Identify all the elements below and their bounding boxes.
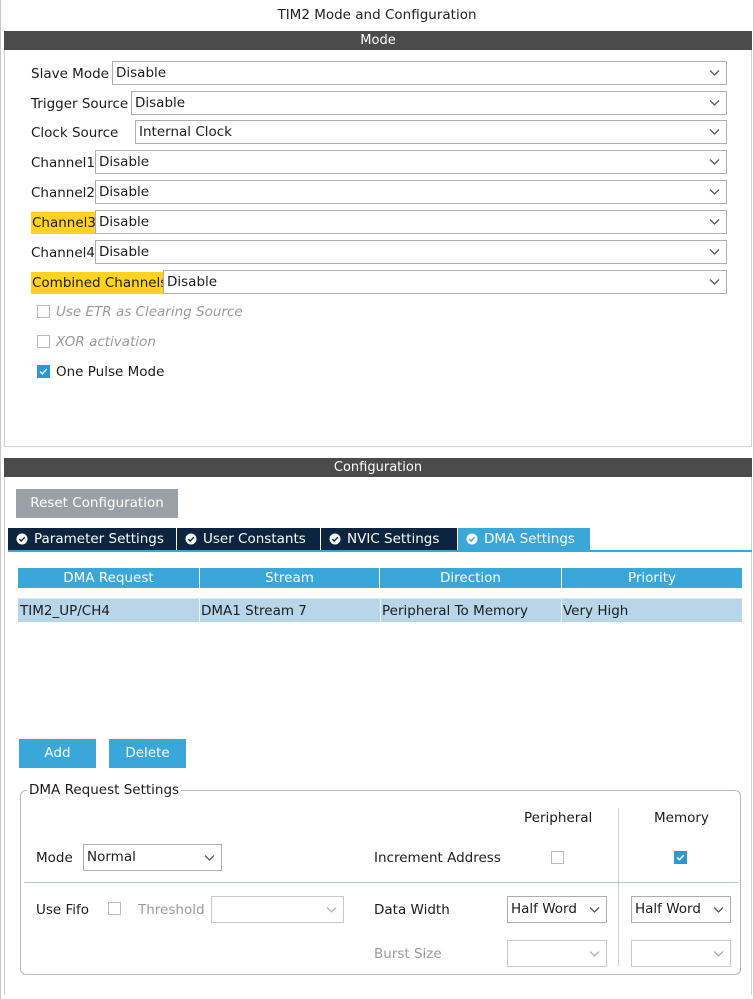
combined-channels-label: Combined Channels: [31, 272, 169, 294]
data-width-peripheral-select[interactable]: Half Word: [507, 896, 607, 923]
increment-address-label: Increment Address: [374, 850, 501, 866]
channel4-value: Disable: [99, 244, 150, 260]
cell-dma-request: TIM2_UP/CH4: [20, 603, 110, 619]
peripheral-header: Peripheral: [524, 810, 593, 826]
combined-channels-value: Disable: [167, 274, 218, 290]
tab-nvic-settings[interactable]: NVIC Settings: [321, 528, 458, 550]
use-etr-checkbox: [37, 305, 50, 318]
clock-source-value: Internal Clock: [139, 124, 232, 140]
mode-label: Mode: [36, 850, 73, 866]
check-circle-icon: [329, 533, 341, 545]
chevron-down-icon: [326, 907, 337, 913]
data-width-memory-value: Half Word: [635, 901, 701, 917]
threshold-select: [211, 896, 344, 923]
chevron-down-icon: [713, 951, 724, 957]
data-width-label: Data Width: [374, 902, 450, 918]
tab-parameter-settings[interactable]: Parameter Settings: [8, 528, 177, 550]
channel3-value: Disable: [99, 214, 150, 230]
channel2-value: Disable: [99, 184, 150, 200]
clock-source-select[interactable]: Internal Clock: [135, 120, 727, 144]
mode-section-header: Mode: [4, 31, 752, 50]
checkmark-icon: [39, 368, 48, 375]
channel3-select[interactable]: Disable: [95, 210, 727, 234]
use-fifo-checkbox[interactable]: [108, 902, 121, 915]
use-fifo-label: Use Fifo: [36, 902, 90, 918]
tab-label: NVIC Settings: [347, 531, 440, 547]
channel1-value: Disable: [99, 154, 150, 170]
configuration-section-header: Configuration: [4, 458, 752, 477]
one-pulse-mode-checkbox[interactable]: [37, 365, 50, 378]
memory-header: Memory: [654, 810, 709, 826]
trigger-source-select[interactable]: Disable: [131, 91, 727, 115]
clock-source-label: Clock Source: [31, 125, 119, 141]
trigger-source-label: Trigger Source: [31, 96, 129, 112]
check-circle-icon: [185, 533, 197, 545]
column-header-dma-request[interactable]: DMA Request: [18, 568, 199, 588]
table-row[interactable]: TIM2_UP/CH4 DMA1 Stream 7 Peripheral To …: [18, 598, 742, 623]
data-width-peripheral-value: Half Word: [511, 901, 577, 917]
check-circle-icon: [16, 533, 28, 545]
channel3-label: Channel3: [31, 212, 98, 234]
increment-peripheral-checkbox[interactable]: [551, 851, 564, 864]
check-circle-icon: [466, 533, 478, 545]
xor-activation-label: XOR activation: [56, 334, 156, 350]
slave-mode-label: Slave Mode: [31, 66, 109, 82]
row-divider: [24, 882, 738, 883]
chevron-down-icon: [589, 951, 600, 957]
burst-size-peripheral-select: [507, 940, 607, 967]
reset-configuration-button[interactable]: Reset Configuration: [16, 489, 178, 518]
cell-stream: DMA1 Stream 7: [201, 603, 307, 619]
channel4-select[interactable]: Disable: [95, 240, 727, 264]
chevron-down-icon: [713, 907, 724, 913]
dma-mode-value: Normal: [87, 849, 136, 865]
checkmark-icon: [676, 854, 685, 861]
combined-channels-select[interactable]: Disable: [163, 270, 727, 294]
delete-button[interactable]: Delete: [109, 739, 186, 768]
chevron-down-icon: [709, 159, 720, 165]
increment-memory-checkbox[interactable]: [674, 851, 687, 864]
chevron-down-icon: [709, 219, 720, 225]
chevron-down-icon: [589, 907, 600, 913]
dma-mode-select[interactable]: Normal: [83, 844, 222, 871]
add-button[interactable]: Add: [19, 739, 96, 768]
column-header-direction[interactable]: Direction: [380, 568, 561, 588]
slave-mode-select[interactable]: Disable: [112, 61, 727, 85]
burst-size-memory-select: [631, 940, 731, 967]
window-title: TIM2 Mode and Configuration: [277, 7, 477, 23]
tab-label: User Constants: [203, 531, 306, 547]
channel4-label: Channel4: [31, 245, 96, 261]
channel2-select[interactable]: Disable: [95, 180, 727, 204]
tab-dma-settings[interactable]: DMA Settings: [458, 528, 591, 550]
tab-label: Parameter Settings: [34, 531, 164, 547]
column-header-stream[interactable]: Stream: [200, 568, 379, 588]
chevron-down-icon: [709, 189, 720, 195]
chevron-down-icon: [709, 279, 720, 285]
tab-label: DMA Settings: [484, 531, 575, 547]
chevron-down-icon: [709, 70, 720, 76]
channel1-select[interactable]: Disable: [95, 150, 727, 174]
chevron-down-icon: [709, 249, 720, 255]
dma-request-settings-legend: DMA Request Settings: [27, 782, 182, 799]
channel2-label: Channel2: [31, 185, 96, 201]
data-width-memory-select[interactable]: Half Word: [631, 896, 731, 923]
threshold-label: Threshold: [138, 902, 205, 918]
tab-underline: [8, 550, 752, 552]
column-divider: [618, 808, 619, 966]
one-pulse-mode-label: One Pulse Mode: [56, 364, 165, 380]
trigger-source-value: Disable: [135, 95, 186, 111]
cell-priority: Very High: [563, 603, 629, 619]
chevron-down-icon: [709, 100, 720, 106]
column-header-priority[interactable]: Priority: [562, 568, 742, 588]
burst-size-label: Burst Size: [374, 946, 442, 962]
xor-activation-checkbox: [37, 335, 50, 348]
use-etr-label: Use ETR as Clearing Source: [56, 304, 243, 320]
chevron-down-icon: [709, 129, 720, 135]
slave-mode-value: Disable: [116, 65, 167, 81]
chevron-down-icon: [204, 855, 215, 861]
tab-user-constants[interactable]: User Constants: [177, 528, 321, 550]
cell-direction: Peripheral To Memory: [382, 603, 528, 619]
channel1-label: Channel1: [31, 155, 96, 171]
